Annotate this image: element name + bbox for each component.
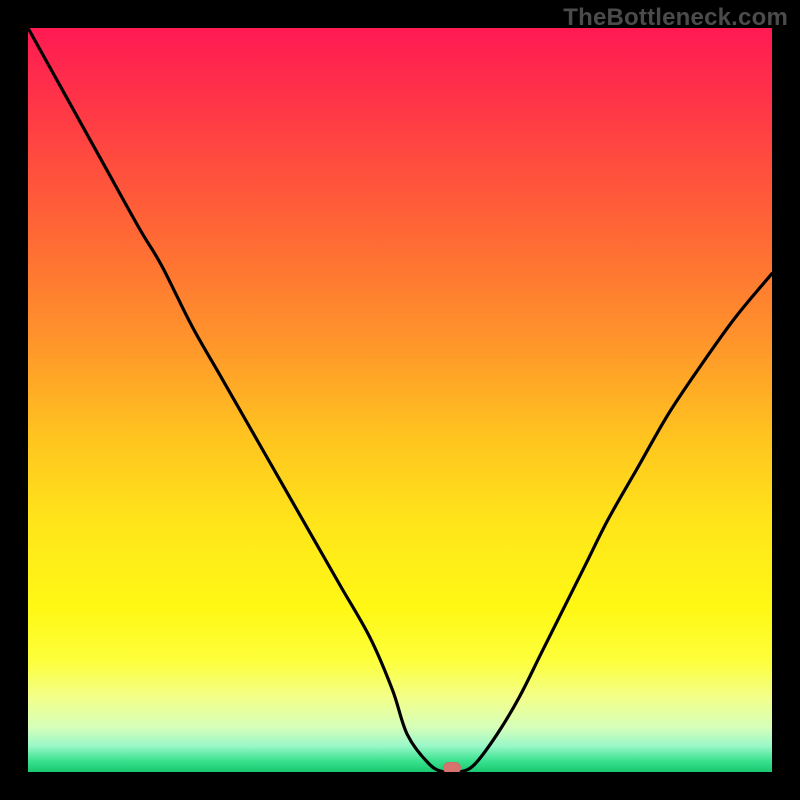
optimal-marker — [443, 762, 461, 772]
watermark-text: TheBottleneck.com — [563, 4, 788, 32]
plot-area — [28, 28, 772, 772]
chart-frame: TheBottleneck.com — [0, 0, 800, 800]
bottleneck-curve — [28, 28, 772, 772]
